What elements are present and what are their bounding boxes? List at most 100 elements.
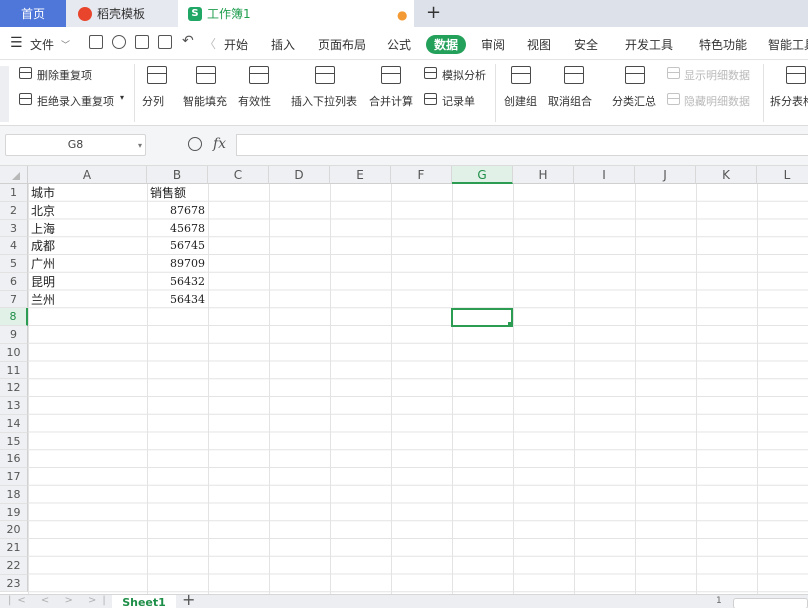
cell-city[interactable]: 广州 xyxy=(31,255,144,273)
record-form-button[interactable]: 记录单 xyxy=(442,93,475,109)
chevron-down-icon[interactable]: ﹀ xyxy=(61,38,70,51)
simulation-button[interactable]: 模拟分析 xyxy=(442,67,486,83)
menu-start[interactable]: 开始 xyxy=(224,36,248,53)
new-tab-button[interactable]: + xyxy=(426,2,441,23)
row-header-19[interactable]: 19 xyxy=(0,503,28,522)
cell-sales[interactable]: 89709 xyxy=(150,255,205,273)
column-header-i[interactable]: I xyxy=(574,166,635,184)
row-header-6[interactable]: 6 xyxy=(0,272,28,291)
row-header-4[interactable]: 4 xyxy=(0,237,28,255)
row-header-9[interactable]: 9 xyxy=(0,326,28,344)
hide-detail-button[interactable]: 隐藏明细数据 xyxy=(684,93,750,109)
hamburger-icon[interactable]: ☰ xyxy=(10,35,23,51)
split-column-button[interactable]: 分列 xyxy=(142,93,164,109)
reject-duplicates-button[interactable]: 拒绝录入重复项 xyxy=(37,93,114,109)
menu-review[interactable]: 审阅 xyxy=(481,36,505,53)
cell-sales[interactable]: 45678 xyxy=(150,220,205,238)
ribbon-collapse-handle[interactable] xyxy=(0,66,9,122)
row-header-17[interactable]: 17 xyxy=(0,468,28,486)
row-header-1[interactable]: 1 xyxy=(0,184,28,202)
reject-duplicates-dropdown-icon[interactable]: ▾ xyxy=(120,93,124,102)
row-header-5[interactable]: 5 xyxy=(0,255,28,273)
cell-a1-city-header[interactable]: 城市 xyxy=(31,184,144,202)
add-sheet-button[interactable]: + xyxy=(182,590,195,608)
validity-button[interactable]: 有效性 xyxy=(238,93,271,109)
cell-sales[interactable]: 87678 xyxy=(150,202,205,220)
row-header-11[interactable]: 11 xyxy=(0,361,28,380)
column-header-a[interactable]: A xyxy=(28,166,147,184)
tab-home[interactable]: 首页 xyxy=(0,0,66,27)
menu-insert[interactable]: 插入 xyxy=(271,36,295,53)
sheet-tab[interactable]: Sheet1 xyxy=(112,595,176,608)
column-header-c[interactable]: C xyxy=(208,166,269,184)
subtotal-button[interactable]: 分类汇总 xyxy=(612,93,656,109)
column-header-b[interactable]: B xyxy=(147,166,208,184)
column-header-g[interactable]: G xyxy=(452,166,513,184)
print-icon[interactable] xyxy=(135,35,149,49)
cell-city[interactable]: 北京 xyxy=(31,202,144,220)
row-header-14[interactable]: 14 xyxy=(0,414,28,433)
formula-input[interactable] xyxy=(236,134,808,156)
column-header-e[interactable]: E xyxy=(330,166,391,184)
split-table-button[interactable]: 拆分表格 xyxy=(770,93,808,109)
file-menu[interactable]: 文件 xyxy=(30,36,54,53)
cell-city[interactable]: 上海 xyxy=(31,220,144,238)
merge-calc-button[interactable]: 合并计算 xyxy=(369,93,413,109)
zoom-search-icon[interactable] xyxy=(188,137,202,151)
menu-developer[interactable]: 开发工具 xyxy=(625,36,673,53)
row-header-8[interactable]: 8 xyxy=(0,308,28,326)
tab-workbook[interactable]: S 工作簿1 xyxy=(178,0,414,27)
menu-features[interactable]: 特色功能 xyxy=(699,36,747,53)
row-header-23[interactable]: 23 xyxy=(0,574,28,593)
print-preview-icon[interactable] xyxy=(158,35,172,49)
row-header-13[interactable]: 13 xyxy=(0,397,28,415)
insert-dropdown-button[interactable]: 插入下拉列表 xyxy=(291,93,357,109)
row-header-22[interactable]: 22 xyxy=(0,556,28,575)
fill-handle[interactable] xyxy=(508,322,513,327)
row-header-20[interactable]: 20 xyxy=(0,521,28,539)
row-header-16[interactable]: 16 xyxy=(0,450,28,468)
menu-view[interactable]: 视图 xyxy=(527,36,551,53)
row-header-21[interactable]: 21 xyxy=(0,539,28,557)
active-cell-g8[interactable] xyxy=(451,308,513,327)
row-header-10[interactable]: 10 xyxy=(0,343,28,362)
cell-city[interactable]: 兰州 xyxy=(31,291,144,309)
row-header-2[interactable]: 2 xyxy=(0,201,28,220)
menu-formula[interactable]: 公式 xyxy=(387,36,411,53)
name-box-dropdown-icon[interactable]: ▾ xyxy=(138,141,142,150)
column-header-f[interactable]: F xyxy=(391,166,452,184)
format-painter-icon[interactable] xyxy=(112,35,126,49)
select-all-corner[interactable] xyxy=(0,166,28,184)
menu-data[interactable]: 数据 xyxy=(434,36,458,53)
cell-sales[interactable]: 56745 xyxy=(150,237,205,255)
column-header-l[interactable]: L xyxy=(757,166,808,184)
cell-sales[interactable]: 56434 xyxy=(150,291,205,309)
menu-page-layout[interactable]: 页面布局 xyxy=(318,36,366,53)
undo-icon[interactable]: ↶ xyxy=(182,33,194,49)
insert-function-icon[interactable]: fx xyxy=(213,136,226,152)
ungroup-button[interactable]: 取消组合 xyxy=(548,93,592,109)
row-header-15[interactable]: 15 xyxy=(0,432,28,451)
show-detail-button[interactable]: 显示明细数据 xyxy=(684,67,750,83)
save-icon[interactable] xyxy=(89,35,103,49)
row-header-7[interactable]: 7 xyxy=(0,290,28,309)
create-group-button[interactable]: 创建组 xyxy=(504,93,537,109)
row-header-3[interactable]: 3 xyxy=(0,219,28,238)
cell-city[interactable]: 昆明 xyxy=(31,273,144,291)
redo-icon[interactable]: 〈 xyxy=(204,35,216,52)
menu-security[interactable]: 安全 xyxy=(574,36,598,53)
column-header-j[interactable]: J xyxy=(635,166,696,184)
tab-daoke-templates[interactable]: 稻壳模板 xyxy=(66,0,178,27)
cell-city[interactable]: 成都 xyxy=(31,237,144,255)
menu-smart-tools[interactable]: 智能工具 xyxy=(768,36,808,53)
row-header-18[interactable]: 18 xyxy=(0,485,28,504)
cell-sales[interactable]: 56432 xyxy=(150,273,205,291)
cell-area[interactable]: 城市 销售额 北京 87678 上海 45678 成都 56745 广州 89709 昆明 56432… xyxy=(28,184,808,594)
cell-b1-sales-header[interactable]: 销售额 xyxy=(150,184,205,202)
sheet-nav-arrows-icon[interactable]: |< < > >| xyxy=(8,595,112,606)
column-header-d[interactable]: D xyxy=(269,166,330,184)
smart-fill-button[interactable]: 智能填充 xyxy=(183,93,227,109)
column-header-h[interactable]: H xyxy=(513,166,574,184)
row-header-12[interactable]: 12 xyxy=(0,379,28,397)
horizontal-scrollbar[interactable] xyxy=(733,598,808,608)
